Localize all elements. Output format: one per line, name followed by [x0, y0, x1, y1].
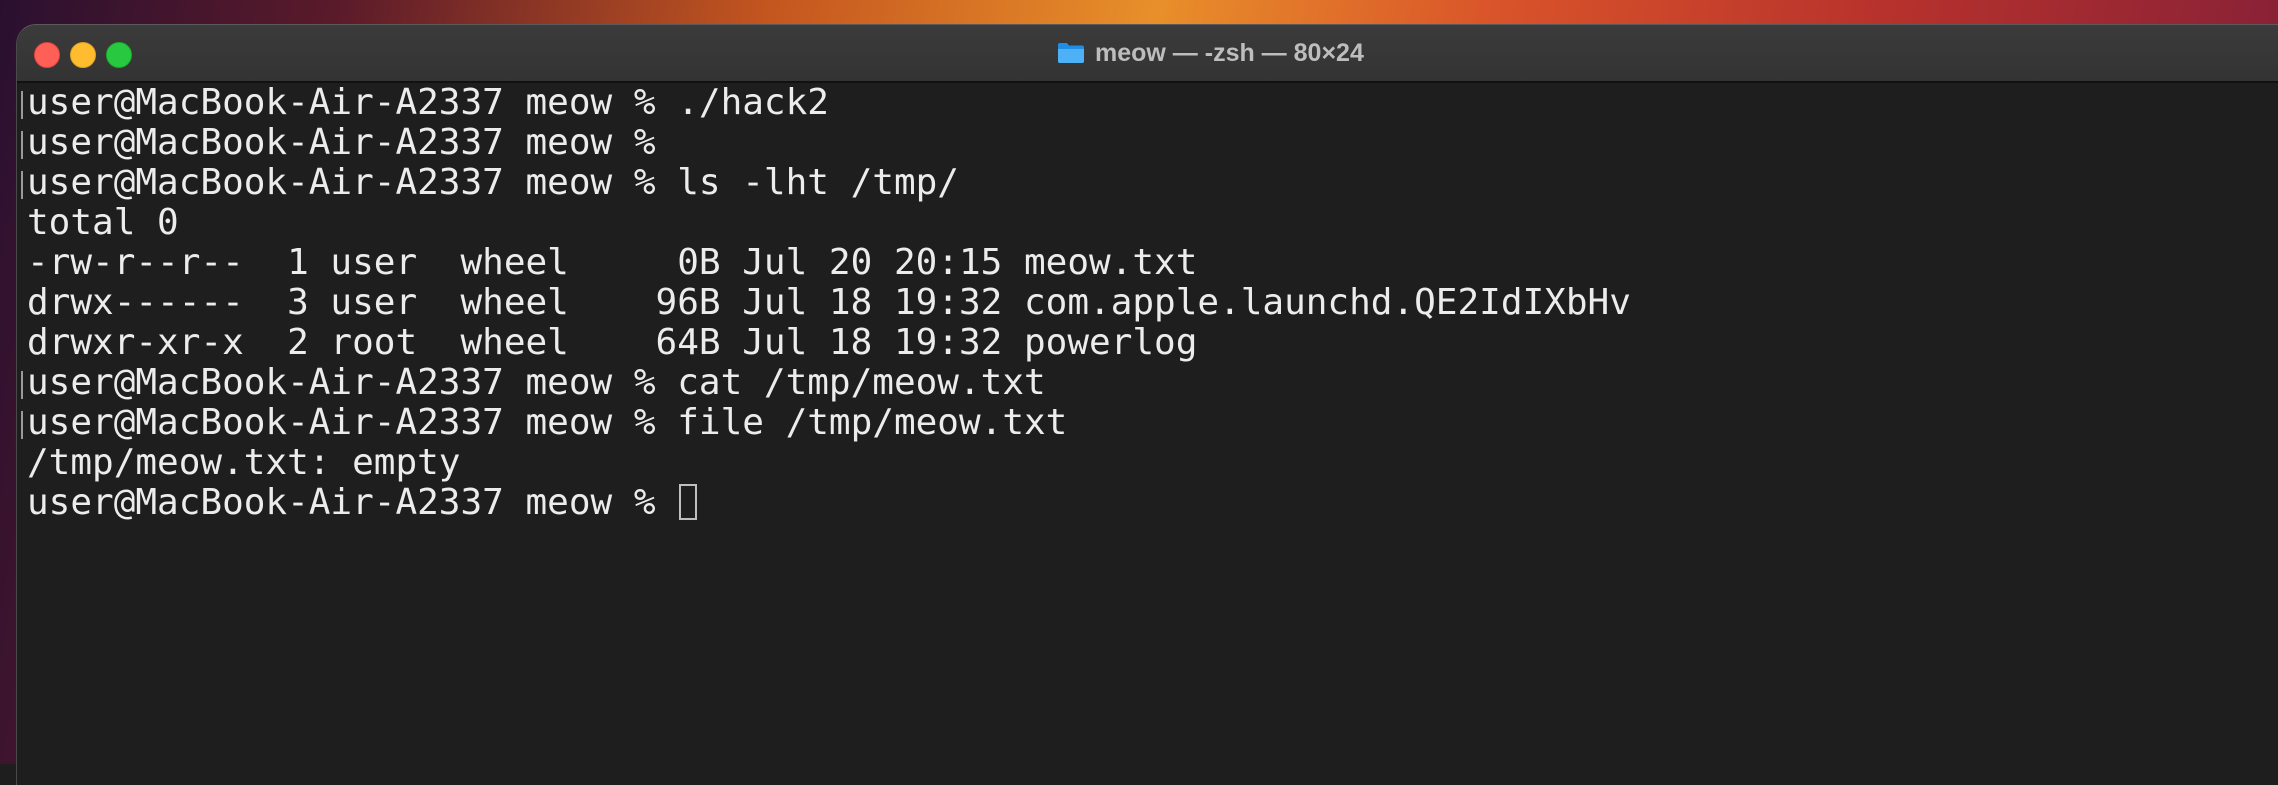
folder-icon: [1057, 42, 1085, 64]
terminal-line-text: -rw-r--r-- 1 user wheel 0B Jul 20 20:15 …: [27, 242, 1198, 283]
terminal-line: user@MacBook-Air-A2337 meow %: [27, 483, 2278, 523]
close-button[interactable]: [34, 42, 60, 68]
terminal-line-text: user@MacBook-Air-A2337 meow %: [27, 122, 678, 163]
terminal-line: /tmp/meow.txt: empty: [27, 443, 2278, 483]
prompt-mark: [21, 371, 23, 399]
terminal-line: drwx------ 3 user wheel 96B Jul 18 19:32…: [27, 283, 2278, 323]
title-bar[interactable]: meow — -zsh — 80×24: [17, 25, 2278, 83]
terminal-line: user@MacBook-Air-A2337 meow % ls -lht /t…: [21, 162, 2278, 203]
terminal-line-text: user@MacBook-Air-A2337 meow % cat /tmp/m…: [27, 362, 1046, 403]
terminal-line-text: user@MacBook-Air-A2337 meow % ls -lht /t…: [27, 162, 959, 203]
terminal-line-text: user@MacBook-Air-A2337 meow %: [27, 482, 678, 523]
prompt-mark: [21, 91, 23, 119]
terminal-line-text: total 0: [27, 202, 179, 243]
zoom-button[interactable]: [106, 42, 132, 68]
terminal-line: user@MacBook-Air-A2337 meow % cat /tmp/m…: [21, 362, 2278, 403]
window-title-group: meow — -zsh — 80×24: [1057, 25, 1364, 81]
terminal-line: drwxr-xr-x 2 root wheel 64B Jul 18 19:32…: [27, 323, 2278, 363]
minimize-button[interactable]: [70, 42, 96, 68]
terminal-line-text: /tmp/meow.txt: empty: [27, 442, 461, 483]
prompt-mark: [21, 171, 23, 199]
terminal-line-text: user@MacBook-Air-A2337 meow % file /tmp/…: [27, 402, 1068, 443]
prompt-mark: [21, 411, 23, 439]
terminal-line: -rw-r--r-- 1 user wheel 0B Jul 20 20:15 …: [27, 243, 2278, 283]
terminal-line-text: drwx------ 3 user wheel 96B Jul 18 19:32…: [27, 282, 1631, 323]
terminal-output[interactable]: user@MacBook-Air-A2337 meow % ./hack2 use…: [17, 83, 2278, 785]
prompt-mark: [21, 131, 23, 159]
terminal-line-text: drwxr-xr-x 2 root wheel 64B Jul 18 19:32…: [27, 322, 1198, 363]
terminal-line: user@MacBook-Air-A2337 meow %: [21, 122, 2278, 163]
text-cursor: [679, 484, 698, 520]
window-title: meow — -zsh — 80×24: [1095, 38, 1364, 67]
terminal-line-text: user@MacBook-Air-A2337 meow % ./hack2: [27, 82, 829, 123]
terminal-window[interactable]: meow — -zsh — 80×24 user@MacBook-Air-A23…: [16, 24, 2278, 785]
terminal-line: user@MacBook-Air-A2337 meow % ./hack2: [21, 82, 2278, 123]
terminal-line: user@MacBook-Air-A2337 meow % file /tmp/…: [21, 402, 2278, 443]
terminal-line: total 0: [27, 203, 2278, 243]
